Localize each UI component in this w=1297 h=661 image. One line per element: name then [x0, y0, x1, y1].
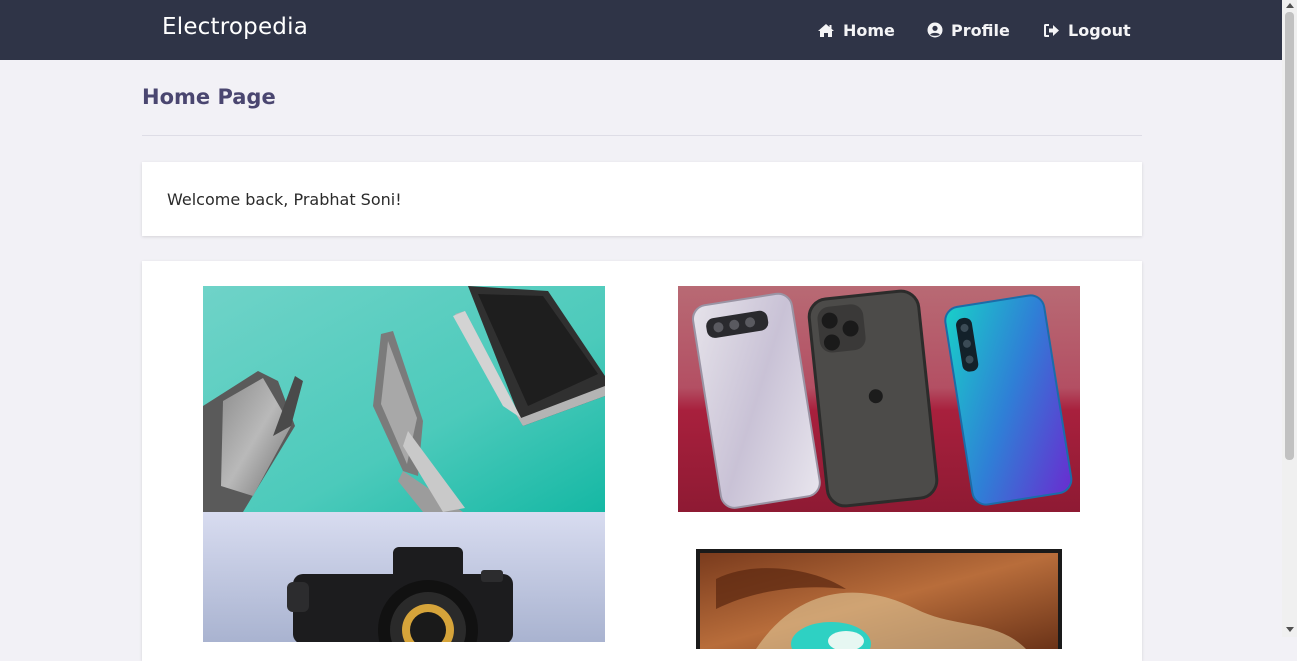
scroll-up-arrow-icon[interactable] [1286, 3, 1294, 8]
nav-logout-link[interactable]: Logout [1043, 19, 1131, 41]
welcome-message: Welcome back, Prabhat Soni! [167, 190, 402, 209]
page-scrollbar[interactable] [1282, 0, 1297, 637]
nav-logout-label: Logout [1068, 20, 1131, 40]
nav-home-label: Home [843, 20, 895, 40]
nav-home-link[interactable]: Home [817, 19, 895, 41]
divider [142, 135, 1142, 136]
nav-profile-link[interactable]: Profile [927, 19, 1010, 41]
smartphones-image[interactable] [678, 286, 1080, 512]
sign-out-icon [1043, 23, 1060, 38]
television-image[interactable] [696, 549, 1062, 649]
brand-logo[interactable]: Electropedia [162, 14, 308, 40]
user-circle-icon [927, 22, 943, 38]
page-title: Home Page [142, 85, 276, 109]
product-gallery [142, 261, 1142, 661]
top-navbar: Electropedia Home Profile Logout [0, 0, 1282, 60]
scroll-thumb[interactable] [1285, 12, 1294, 460]
camera-image[interactable] [203, 512, 605, 642]
scroll-down-arrow-icon[interactable] [1286, 627, 1294, 632]
welcome-card: Welcome back, Prabhat Soni! [142, 162, 1142, 236]
laptops-image[interactable] [203, 286, 605, 512]
home-icon [817, 23, 835, 38]
nav-profile-label: Profile [951, 20, 1010, 40]
